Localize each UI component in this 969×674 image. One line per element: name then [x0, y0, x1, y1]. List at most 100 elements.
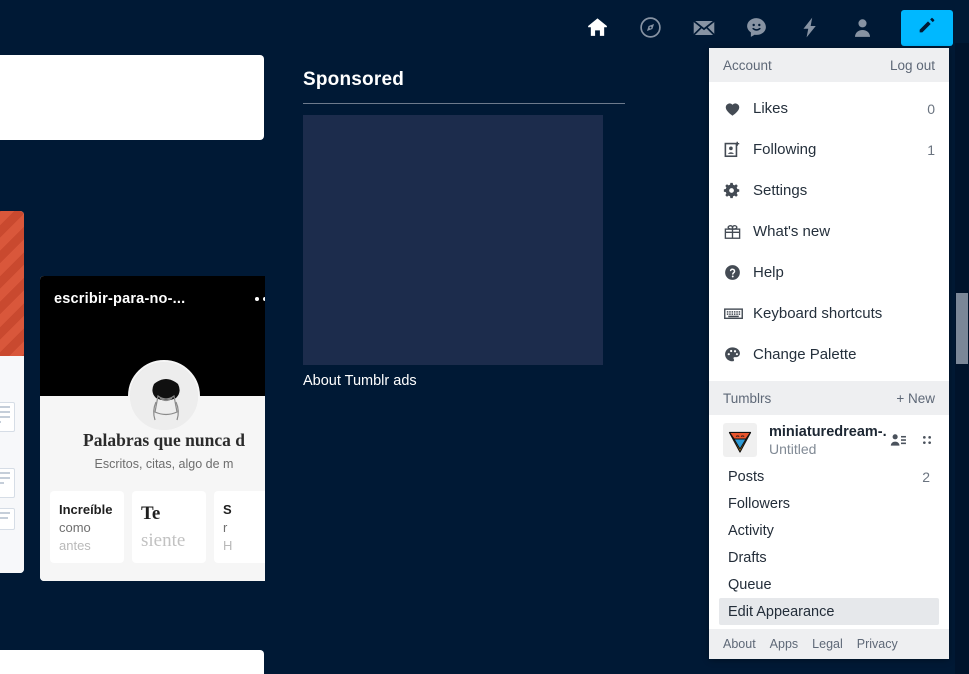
post-overflow-menu-icon[interactable]: [243, 297, 265, 301]
page-scrollbar-thumb[interactable]: [956, 293, 968, 364]
post-blog-name[interactable]: escribir-para-no-...: [54, 291, 185, 307]
post-tile[interactable]: S r H: [214, 491, 265, 563]
drag-handle-icon[interactable]: [919, 432, 935, 448]
ad-placeholder[interactable]: [303, 115, 603, 365]
menu-item-change-palette[interactable]: Change Palette: [709, 334, 949, 375]
tumblrs-section-title: Tumblrs: [723, 391, 771, 406]
members-icon[interactable]: [889, 431, 907, 449]
tile-line-2: r: [223, 519, 265, 538]
post-header: [0, 650, 264, 674]
striped-graphic: [0, 211, 24, 356]
keyboard-icon: [723, 303, 753, 324]
footer-link-apps[interactable]: Apps: [770, 637, 799, 651]
chat-smiley-icon: [744, 15, 769, 40]
blog-summary-row[interactable]: miniaturedream-.. Untitled: [709, 415, 949, 463]
tile-line-1: Increíble: [59, 501, 115, 519]
mini-document-thumb: [0, 508, 15, 530]
following-icon: [723, 140, 753, 159]
menu-item-likes[interactable]: Likes 0: [709, 88, 949, 129]
blog-link-posts[interactable]: Posts 2: [719, 463, 939, 490]
post-tile[interactable]: Te siente: [132, 491, 206, 563]
blog-link-followers[interactable]: Followers: [719, 490, 939, 517]
page-root: escribir-para-no-... Palabras que nunca …: [0, 0, 969, 674]
posts-count: 2: [922, 469, 930, 485]
nav-explore-button[interactable]: [624, 0, 677, 55]
menu-item-settings[interactable]: Settings: [709, 170, 949, 211]
blog-avatar[interactable]: [723, 423, 757, 457]
lightning-bolt-icon: [797, 15, 822, 40]
menu-item-keyboard-shortcuts[interactable]: Keyboard shortcuts: [709, 293, 949, 334]
mini-document-thumb: [0, 402, 15, 432]
blog-link-label: Activity: [728, 523, 774, 539]
nav-activity-button[interactable]: [783, 0, 836, 55]
compass-icon: [638, 15, 663, 40]
blog-link-label: Edit Appearance: [728, 604, 834, 620]
nav-messaging-button[interactable]: [730, 0, 783, 55]
footer-link-privacy[interactable]: Privacy: [857, 637, 898, 651]
nav-account-button[interactable]: [836, 0, 889, 55]
sponsored-heading: Sponsored: [303, 69, 404, 91]
menu-item-label: Settings: [753, 182, 807, 199]
tumblrs-section-header: Tumblrs + New: [709, 381, 949, 415]
post-title: Palabras que nunca d: [50, 430, 265, 451]
post-body: Palabras que nunca d Escritos, citas, al…: [40, 396, 265, 581]
footer-link-legal[interactable]: Legal: [812, 637, 843, 651]
menu-item-following[interactable]: Following 1: [709, 129, 949, 170]
blog-link-drafts[interactable]: Drafts: [719, 544, 939, 571]
sponsored-divider: [303, 103, 625, 104]
post-tile[interactable]: Increíble como antes: [50, 491, 124, 563]
blog-link-label: Followers: [728, 496, 790, 512]
mini-document-thumb: [0, 468, 15, 498]
following-count: 1: [927, 142, 935, 158]
gear-icon: [723, 181, 753, 200]
feed-card-partial-striped[interactable]: [0, 211, 24, 573]
tile-line-2: como: [59, 519, 115, 538]
nav-icon-group: [571, 0, 953, 55]
menu-item-label: Likes: [753, 100, 788, 117]
blog-link-activity[interactable]: Activity: [719, 517, 939, 544]
compose-post-button[interactable]: [901, 10, 953, 46]
menu-item-label: Keyboard shortcuts: [753, 305, 882, 322]
feed-post-card[interactable]: escribir-para-no-... Palabras que nunca …: [40, 276, 265, 581]
striped-card-body: [0, 356, 24, 573]
tile-line-2: siente: [141, 527, 197, 555]
menu-item-label: Help: [753, 264, 784, 281]
dropdown-footer: About Apps Legal Privacy: [709, 629, 949, 659]
post-avatar[interactable]: [128, 360, 200, 432]
account-menu-list: Likes 0 Following 1: [709, 82, 949, 381]
nav-home-button[interactable]: [571, 0, 624, 55]
home-icon: [585, 15, 610, 40]
help-icon: [723, 263, 753, 282]
person-account-icon: [850, 15, 875, 40]
footer-link-about[interactable]: About: [723, 637, 756, 651]
top-navigation-bar: [0, 0, 969, 55]
blog-name: miniaturedream-..: [769, 424, 887, 440]
post-subtitle: Escritos, citas, algo de m: [50, 457, 265, 471]
new-blog-button[interactable]: + New: [896, 391, 935, 406]
about-tumblr-ads-link[interactable]: About Tumblr ads: [303, 373, 417, 389]
feed-post-card-next[interactable]: [0, 650, 264, 674]
blog-link-label: Queue: [728, 577, 772, 593]
menu-item-whats-new[interactable]: What's new: [709, 211, 949, 252]
account-dropdown-menu: Account Log out Likes 0: [709, 48, 949, 659]
blog-links-list: Posts 2 Followers Activity Drafts Queue …: [709, 463, 949, 629]
tile-line-1: Te: [141, 501, 197, 527]
tile-line-1: S: [223, 501, 265, 519]
post-header: escribir-para-no-...: [40, 276, 265, 322]
blog-meta: miniaturedream-.. Untitled: [769, 424, 887, 457]
blog-link-label: Posts: [728, 469, 764, 485]
menu-item-label: What's new: [753, 223, 830, 240]
palette-icon: [723, 345, 753, 364]
nav-inbox-button[interactable]: [677, 0, 730, 55]
blog-link-edit-appearance[interactable]: Edit Appearance: [719, 598, 939, 625]
blog-action-group: [889, 431, 935, 449]
menu-item-help[interactable]: Help: [709, 252, 949, 293]
likes-count: 0: [927, 101, 935, 117]
menu-item-label: Following: [753, 141, 816, 158]
blog-link-queue[interactable]: Queue: [719, 571, 939, 598]
mail-envelope-icon: [691, 15, 717, 41]
menu-item-label: Change Palette: [753, 346, 856, 363]
log-out-link[interactable]: Log out: [890, 58, 935, 73]
pencil-edit-icon: [916, 14, 938, 41]
feed-card-partial-top[interactable]: [0, 55, 264, 140]
